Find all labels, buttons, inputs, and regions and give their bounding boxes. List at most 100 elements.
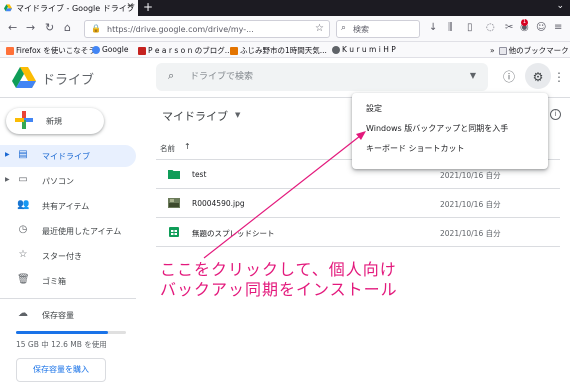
- sidebar-item-shared[interactable]: 👥 共有アイテム: [0, 195, 136, 217]
- annotation-text: ここをクリックして、個人向け バックアッ同期をインストール: [160, 260, 398, 300]
- drive-search-box[interactable]: ⌕ ▼: [156, 63, 488, 91]
- bookmark-item[interactable]: Firefox を使いこなそう: [6, 45, 96, 56]
- tab-close-icon[interactable]: ✕: [126, 2, 134, 12]
- back-icon[interactable]: ←: [8, 21, 17, 34]
- menu-icon[interactable]: ≡: [554, 22, 562, 33]
- lock-icon[interactable]: 🔒: [91, 24, 101, 33]
- column-header-name[interactable]: 名前: [160, 143, 175, 154]
- bookmark-item[interactable]: ふじみ野市の1時間天気...: [230, 45, 327, 56]
- drive-logo-icon[interactable]: [12, 67, 36, 88]
- cloud-icon: ☁: [18, 308, 28, 319]
- overflow-chevron-icon: »: [490, 46, 495, 55]
- browser-search-placeholder: 検索: [353, 24, 369, 34]
- drive-header: ドライブ ⌕ ▼ ⓘ ⚙ ⋮⋮: [0, 58, 570, 98]
- sidebar-toggle-icon[interactable]: ▯: [467, 22, 473, 33]
- other-bookmarks[interactable]: » 他のブックマーク: [490, 45, 569, 56]
- star-icon: ☆: [18, 249, 28, 260]
- folder-icon: [498, 46, 507, 55]
- home-icon[interactable]: ⌂: [64, 21, 71, 34]
- new-button-label: 新規: [46, 117, 62, 126]
- other-bookmarks-label: 他のブックマーク: [508, 46, 569, 55]
- search-icon[interactable]: ⌕: [168, 69, 174, 83]
- apps-grid-icon[interactable]: ⋮⋮: [553, 69, 570, 85]
- sidebar-item-recent[interactable]: ◷ 最近使用したアイテム: [0, 220, 136, 242]
- search-options-icon[interactable]: ▼: [470, 71, 476, 80]
- navigation-toolbar: ← → ↻ ⌂ 🔒 https://drive.google.com/drive…: [0, 16, 570, 42]
- annotation-line: ここをクリックして、個人向け: [160, 260, 397, 279]
- file-row[interactable]: 無題のスプレッドシート 2021/10/16 自分: [156, 218, 560, 247]
- bookmark-label: P e a r s o n のブログ...: [148, 46, 232, 55]
- bookmark-item[interactable]: P e a r s o n のブログ...: [138, 45, 232, 56]
- file-row[interactable]: R0004590.jpg 2021/10/16 自分: [156, 189, 560, 218]
- sidebar-item-computers[interactable]: ▶ ▭ パソコン: [0, 170, 136, 192]
- shared-icon: 👥: [17, 199, 30, 210]
- folder-icon: [168, 170, 180, 179]
- pearson-icon: [138, 46, 146, 55]
- sidebar: 新規 ▶ ▤ マイドライブ ▶ ▭ パソコン 👥 共有アイテム ◷ 最近使用した…: [0, 98, 146, 386]
- file-modified: 2021/10/16 自分: [440, 171, 501, 180]
- drive-app-name[interactable]: ドライブ: [42, 69, 94, 88]
- page-title[interactable]: マイドライブ: [162, 108, 228, 124]
- browser-search-box[interactable]: ⌕ 検索: [336, 20, 420, 38]
- account-icon[interactable]: ☺: [536, 22, 546, 33]
- expand-arrow-icon[interactable]: ▶: [5, 176, 10, 183]
- storage-usage-text: 15 GB 中 12.6 MB を使用: [16, 340, 107, 349]
- notification-badge: 1: [521, 19, 528, 26]
- expand-arrow-icon[interactable]: ▶: [5, 151, 10, 158]
- url-text[interactable]: https://drive.google.com/drive/my-...: [107, 25, 254, 34]
- menu-item-keyboard-shortcuts[interactable]: キーボード ショートカット: [352, 139, 548, 159]
- drive-search-input[interactable]: [190, 70, 440, 84]
- pocket-icon[interactable]: ◌: [486, 22, 495, 33]
- download-icon[interactable]: ↓: [429, 22, 437, 33]
- sidebar-divider: [0, 298, 136, 299]
- menu-item-settings[interactable]: 設定: [352, 99, 548, 119]
- file-name: 無題のスプレッドシート: [192, 229, 275, 238]
- buy-storage-button[interactable]: 保存容量を購入: [16, 358, 106, 382]
- screenshot-icon[interactable]: ✂: [505, 22, 513, 33]
- address-bar[interactable]: 🔒 https://drive.google.com/drive/my-... …: [84, 20, 330, 38]
- bookmark-label: K u r u m i H P: [342, 45, 396, 54]
- info-icon[interactable]: i: [550, 109, 561, 120]
- sidebar-item-my-drive[interactable]: ▶ ▤ マイドライブ: [0, 145, 136, 167]
- my-drive-icon: ▤: [18, 149, 28, 160]
- bookmark-label: Firefox を使いこなそう: [16, 46, 96, 55]
- spreadsheet-icon: [169, 227, 179, 237]
- file-modified: 2021/10/16 自分: [440, 200, 501, 209]
- sidebar-item-starred[interactable]: ☆ スター付き: [0, 245, 136, 267]
- sidebar-item-label: 保存容量: [42, 311, 74, 320]
- weather-icon: [230, 46, 238, 55]
- help-icon[interactable]: ⓘ: [501, 69, 517, 85]
- library-icon[interactable]: ⫼: [448, 22, 453, 33]
- image-thumbnail-icon: [168, 198, 180, 208]
- bookmark-star-icon[interactable]: ☆: [315, 23, 324, 34]
- browser-tab[interactable]: マイドライブ - Google ドライブ ✕: [0, 0, 138, 16]
- menu-item-get-backup-sync[interactable]: Windows 版バックアップと同期を入手: [352, 119, 548, 139]
- bookmark-item[interactable]: Google: [92, 45, 128, 54]
- drive-favicon-icon: [4, 4, 12, 12]
- plus-icon: [15, 111, 33, 129]
- firefox-icon: [6, 46, 14, 55]
- forward-icon[interactable]: →: [26, 21, 35, 34]
- sidebar-item-storage[interactable]: ☁ 保存容量: [0, 304, 136, 326]
- sidebar-item-label: ゴミ箱: [42, 277, 66, 286]
- sidebar-item-label: スター付き: [42, 252, 82, 261]
- computer-icon: ▭: [18, 174, 28, 185]
- google-icon: [92, 45, 100, 54]
- sort-arrow-icon[interactable]: ↑: [184, 142, 191, 151]
- bookmark-item[interactable]: K u r u m i H P: [332, 45, 396, 54]
- sidebar-item-trash[interactable]: 🗑 ゴミ箱: [0, 270, 136, 292]
- site-icon: [332, 45, 340, 54]
- search-icon: ⌕: [341, 23, 347, 33]
- chevron-down-icon[interactable]: ▼: [235, 111, 240, 119]
- settings-menu: 設定 Windows 版バックアップと同期を入手 キーボード ショートカット: [352, 93, 548, 169]
- gear-icon[interactable]: ⚙: [530, 69, 546, 85]
- file-name: test: [192, 170, 207, 179]
- new-button[interactable]: 新規: [6, 108, 104, 134]
- file-modified: 2021/10/16 自分: [440, 229, 501, 238]
- tab-list-chevron-icon[interactable]: ⌄: [556, 1, 564, 11]
- recent-icon: ◷: [18, 224, 28, 235]
- bookmark-label: Google: [102, 45, 129, 54]
- reload-icon[interactable]: ↻: [45, 21, 54, 34]
- new-tab-button[interactable]: +: [142, 0, 154, 16]
- file-name: R0004590.jpg: [192, 199, 245, 208]
